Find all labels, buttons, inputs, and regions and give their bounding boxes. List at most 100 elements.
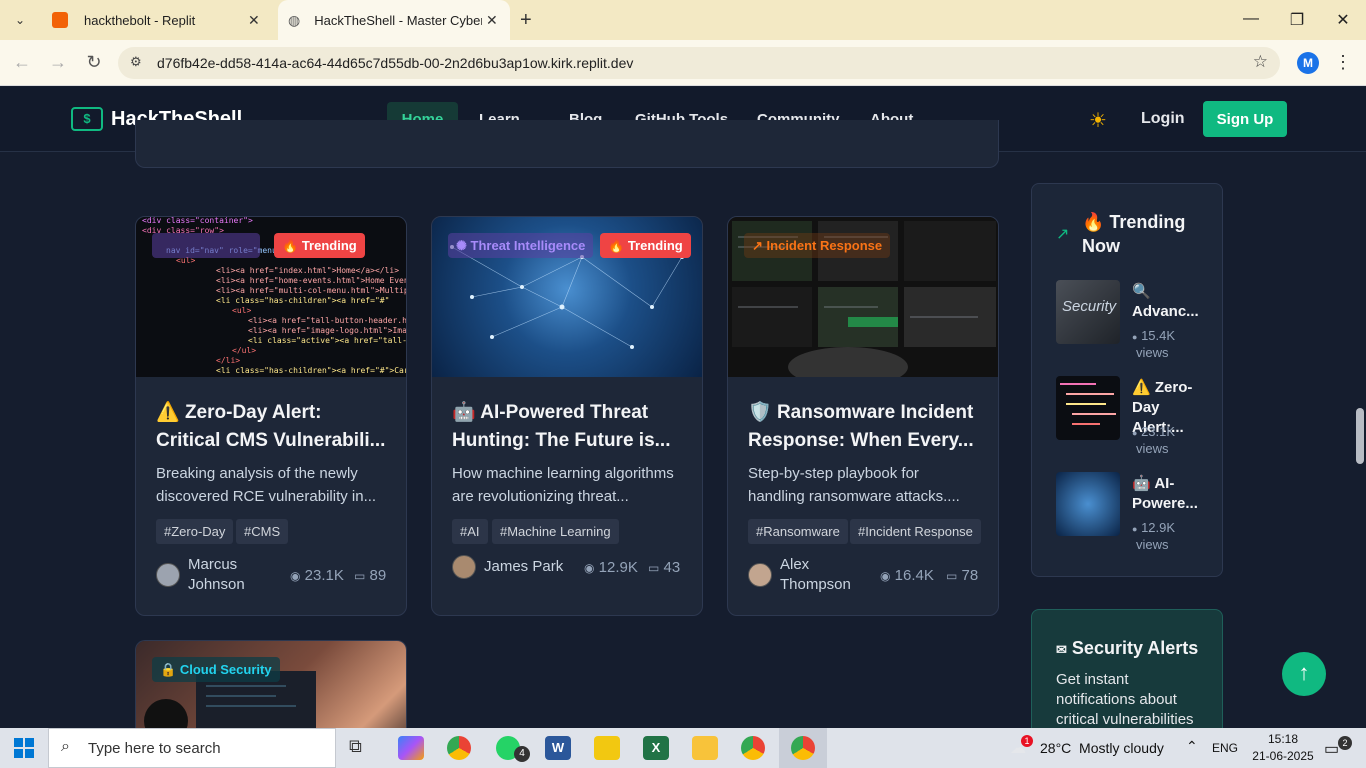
article-excerpt: Step-by-step playbook for handling ransom… [748, 462, 980, 508]
trending-thumb[interactable]: Security [1056, 280, 1120, 344]
trending-title[interactable]: 🔍 Advanc... [1132, 282, 1212, 322]
comments-count: ▭ 43 [648, 559, 680, 576]
task-view-icon[interactable]: ⧉ [349, 736, 375, 760]
comment-icon: ▭ [946, 569, 958, 583]
eye-icon: ◉ [290, 569, 301, 583]
title-text: Ransomware Incident [776, 402, 974, 423]
tag-machine-learning[interactable]: #Machine Learning [492, 519, 619, 544]
eye-icon: ◉ [584, 561, 595, 575]
windows-start-icon[interactable] [14, 738, 34, 758]
svg-text:<li><a href="index.html">Home<: <li><a href="index.html">Home</a></li> [216, 266, 399, 275]
tag-cms[interactable]: #CMS [236, 519, 289, 544]
clock-date[interactable]: 21-06-2025 [1250, 749, 1316, 763]
close-window-icon[interactable]: ✕ [1328, 10, 1358, 30]
chrome-profile-icon[interactable] [741, 736, 765, 760]
tag-ransomware[interactable]: #Ransomware [748, 519, 848, 544]
robot-icon: 🤖 [452, 402, 476, 423]
weather-text[interactable]: 28°C Mostly cloudy [1040, 740, 1164, 756]
tab-hacktheshell[interactable]: ◍ HackTheShell - Master Cyberse ✕ [278, 0, 510, 40]
svg-text:<li><a href="image-logo.html">: <li><a href="image-logo.html">Image Log [248, 326, 407, 335]
author-name[interactable]: James Park [484, 557, 563, 577]
excel-icon[interactable]: X [643, 736, 669, 760]
article-card[interactable]: ↗ Incident Response 🛡️ Ransomware Incide… [727, 216, 999, 616]
trending-thumb[interactable] [1056, 472, 1120, 536]
clock-time[interactable]: 15:18 [1264, 732, 1302, 746]
minimize-icon[interactable]: — [1236, 10, 1266, 28]
comments-value: 89 [369, 567, 387, 584]
url-omnibox[interactable]: ⚙ d76fb42e-dd58-414a-ac64-44d65c7d55db-0… [118, 47, 1280, 79]
article-title-line2[interactable]: Response: When Every... [748, 427, 978, 455]
article-title-line2[interactable]: Critical CMS Vulnerabili... [156, 427, 386, 455]
trending-thumb[interactable] [1056, 376, 1120, 440]
svg-text:</li>: </li> [216, 356, 240, 365]
excerpt-line2: handling ransomware attacks.... [748, 488, 960, 505]
file-explorer-icon[interactable] [692, 736, 718, 760]
category-badge: ↗ Incident Response [744, 233, 891, 258]
article-title-line2[interactable]: Hunting: The Future is... [452, 427, 682, 455]
thumb-security-text: Security [1062, 298, 1117, 315]
signup-button[interactable]: Sign Up [1203, 101, 1287, 137]
url-text: d76fb42e-dd58-414a-ac64-44d65c7d55db-00-… [157, 55, 634, 71]
warning-icon: ⚠️ [156, 402, 180, 423]
close-tab-icon[interactable]: ✕ [486, 12, 498, 29]
profile-avatar[interactable]: M [1297, 52, 1319, 74]
excerpt-line1: How machine learning algorithms [452, 465, 674, 482]
power-bi-icon[interactable] [594, 736, 620, 760]
author-name[interactable]: Marcus Johnson [188, 555, 245, 595]
title-line2: Powere... [1132, 495, 1198, 512]
language-indicator[interactable]: ENG [1212, 741, 1238, 755]
tag-incident-response[interactable]: #Incident Response [850, 519, 981, 544]
alerts-heading-text: Security Alerts [1071, 638, 1199, 658]
svg-text:<li><a href="home-events.html": <li><a href="home-events.html">Home Even… [216, 276, 407, 285]
comments-value: 43 [663, 559, 681, 576]
page-scrollbar-thumb[interactable] [1356, 408, 1364, 464]
views-value: 23.1K [304, 567, 344, 584]
back-to-top-button[interactable]: ↑ [1282, 652, 1326, 696]
notification-icon[interactable]: ▭ [1324, 739, 1339, 759]
browser-menu-icon[interactable]: ⋮ [1334, 52, 1352, 73]
bookmark-star-icon[interactable]: ☆ [1253, 52, 1268, 72]
alerts-heading: ✉ Security Alerts [1056, 638, 1198, 659]
trending-label: Trending [301, 238, 357, 253]
word-icon[interactable]: W [545, 736, 571, 760]
tag-zero-day[interactable]: #Zero-Day [156, 519, 234, 544]
new-tab-plus-icon[interactable]: + [520, 9, 532, 32]
terminal-logo-icon[interactable]: $ [71, 107, 103, 131]
login-link[interactable]: Login [1141, 110, 1185, 128]
back-arrow-icon[interactable]: ← [10, 52, 34, 73]
tag-ai[interactable]: #AI [452, 519, 488, 544]
sun-theme-icon[interactable]: ☀ [1089, 108, 1107, 133]
whatsapp-badge: 4 [514, 746, 530, 762]
copilot-icon[interactable] [398, 736, 424, 760]
tab-replit[interactable]: hackthebolt - Replit ✕ [40, 0, 272, 40]
comment-icon: ▭ [354, 569, 366, 583]
eye-icon: ● [1132, 524, 1138, 534]
warning-icon: ⚠️ [1132, 379, 1151, 396]
article-title-line1[interactable]: ⚠️ Zero-Day Alert: [156, 399, 386, 427]
tab-search-chevron-icon[interactable]: ⌄ [10, 10, 30, 30]
title-text: AI-Powered Threat [480, 402, 649, 423]
lock-icon: 🔒 [160, 662, 177, 677]
chrome-icon [791, 736, 815, 760]
close-tab-icon[interactable]: ✕ [248, 12, 260, 29]
chrome-icon[interactable] [447, 736, 471, 760]
article-card[interactable]: <div class="container"> <div class="row"… [135, 216, 407, 616]
weather-badge: 1 [1021, 735, 1033, 747]
article-card[interactable]: ✺ Threat Intelligence 🔥 Trending 🤖 AI-Po… [431, 216, 703, 616]
trending-title[interactable]: 🤖 AI- Powere... [1132, 474, 1212, 514]
svg-text:<li><a href="multi-col-menu.ht: <li><a href="multi-col-menu.html">Multip… [216, 286, 407, 295]
restore-icon[interactable]: ❐ [1282, 10, 1312, 30]
taskbar-search-box[interactable]: ⌕ Type here to search [48, 728, 336, 768]
site-info-icon[interactable]: ⚙ [130, 54, 142, 70]
author-name[interactable]: Alex Thompson [780, 555, 851, 595]
active-chrome-taskbar-item[interactable] [779, 728, 827, 768]
robot-icon: 🤖 [1132, 475, 1151, 492]
svg-text:</ul>: </ul> [232, 346, 256, 355]
reload-icon[interactable]: ↻ [82, 52, 106, 73]
article-title-line1[interactable]: 🤖 AI-Powered Threat [452, 399, 682, 427]
category-label: Incident Response [766, 238, 883, 253]
article-title-line1[interactable]: 🛡️ Ransomware Incident [748, 399, 978, 427]
chevron-up-icon[interactable]: ⌃ [1186, 738, 1198, 755]
eye-icon: ◉ [880, 569, 891, 583]
forward-arrow-icon[interactable]: → [46, 52, 70, 73]
